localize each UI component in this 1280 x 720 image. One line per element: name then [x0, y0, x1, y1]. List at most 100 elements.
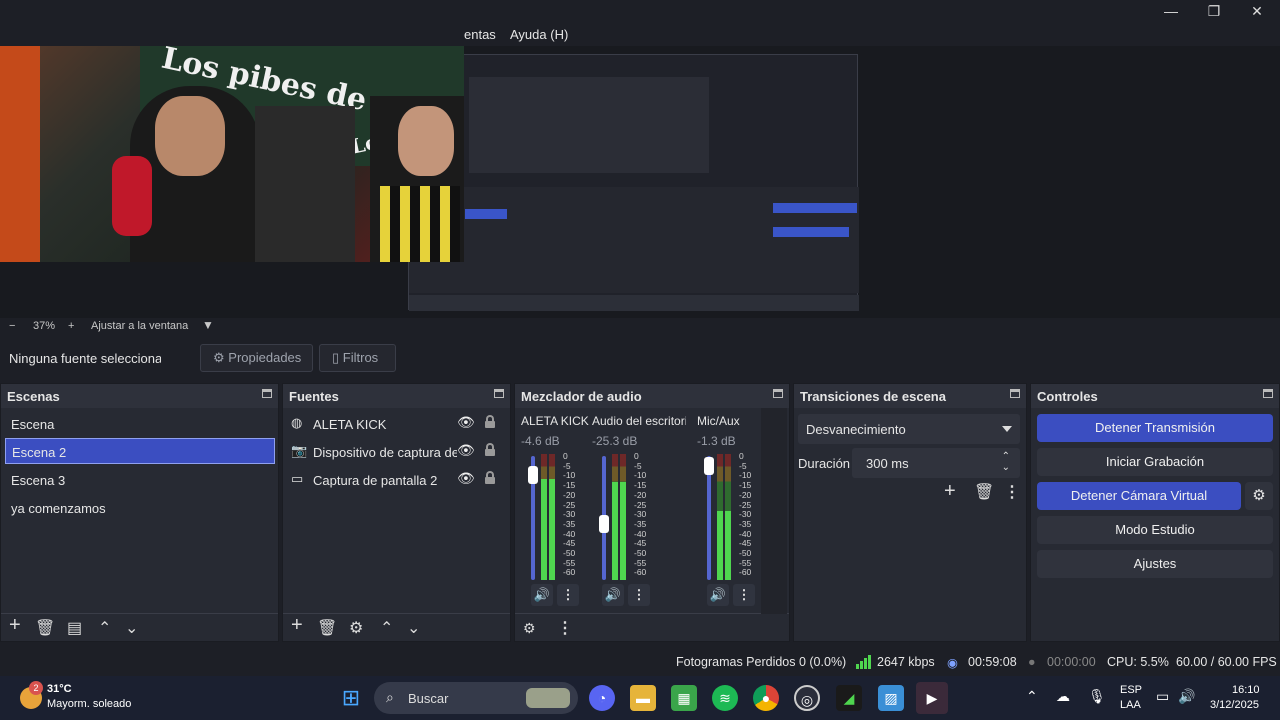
trash-icon[interactable]: 🗑 [974, 482, 994, 502]
undock-icon[interactable] [773, 389, 783, 398]
controls-title: Controles [1037, 389, 1098, 404]
kebab-menu-icon[interactable]: ⋮ [628, 584, 650, 606]
sources-header: Fuentes [283, 384, 510, 408]
file-explorer-icon[interactable]: ▬ [630, 685, 656, 711]
obs-icon[interactable]: ◎ [794, 685, 820, 711]
undock-icon[interactable] [1010, 389, 1020, 398]
volume-fader-thumb[interactable] [704, 456, 714, 475]
spin-down-icon[interactable]: ⌄ [1002, 462, 1010, 473]
menu-help[interactable]: Ayuda (H) [510, 27, 568, 42]
source-item[interactable]: ▭ Captura de pantalla 2 👁 [287, 467, 509, 493]
preview-canvas[interactable]: Los pibes de Los Pibes [0, 46, 1280, 318]
trash-icon[interactable]: 🗑 [317, 618, 337, 638]
add-transition-button[interactable]: + [944, 480, 956, 503]
gear-icon: ⚙ [213, 350, 225, 365]
stop-stream-button[interactable]: Detener Transmisión [1037, 414, 1273, 442]
chevron-down-icon[interactable]: ▼ [202, 318, 214, 332]
mixer-settings-icon[interactable]: ⚙ [523, 620, 536, 637]
taskbar-search[interactable]: ⌕ Buscar [374, 682, 578, 714]
trash-icon[interactable]: 🗑 [35, 618, 55, 638]
stop-virtual-camera-button[interactable]: Detener Cámara Virtual [1037, 482, 1241, 510]
undock-icon[interactable] [494, 389, 504, 398]
clock-time[interactable]: 16:10 [1232, 684, 1260, 696]
scene-item[interactable]: ya comenzamos [5, 495, 275, 521]
settings-button[interactable]: Ajustes [1037, 550, 1273, 578]
source-toolbar: Ninguna fuente seleccionada ⚙ Propiedade… [0, 337, 1280, 381]
language-bottom[interactable]: LAA [1120, 699, 1141, 711]
maximize-button[interactable]: ❐ [1199, 2, 1229, 20]
kebab-menu-icon[interactable]: ⋮ [557, 618, 573, 638]
network-icon[interactable]: ▭ [1156, 688, 1169, 705]
zoom-out-button[interactable]: − [9, 320, 15, 332]
fps: 60.00 / 60.00 FPS [1176, 655, 1277, 669]
scene-item[interactable]: Escena [5, 411, 275, 437]
arrow-up-icon[interactable]: ⌃ [98, 618, 111, 638]
speaker-icon[interactable]: 🔊 [707, 584, 729, 606]
source-item[interactable]: 📷 Dispositivo de captura de video 👁 [287, 439, 509, 465]
cloud-icon[interactable]: ☁ [1056, 688, 1070, 705]
filters-button[interactable]: ▯ Filtros [319, 344, 396, 372]
temperature: 31°C [47, 683, 72, 695]
speaker-icon[interactable]: 🔊 [531, 584, 553, 606]
language-top[interactable]: ESP [1120, 684, 1142, 696]
eye-icon[interactable]: 👁 [457, 442, 475, 459]
level-meter [612, 454, 626, 580]
volume-icon[interactable]: 🔊 [1178, 688, 1195, 705]
undock-icon[interactable] [262, 389, 272, 398]
lock-icon[interactable] [485, 443, 495, 456]
arrow-down-icon[interactable]: ⌄ [407, 618, 420, 638]
lock-icon[interactable] [485, 471, 495, 484]
zoom-in-button[interactable]: + [68, 320, 74, 332]
minimize-button[interactable]: — [1156, 2, 1186, 20]
properties-button[interactable]: ⚙ Propiedades [200, 344, 313, 372]
search-highlight-image [526, 688, 570, 708]
clock-date[interactable]: 3/12/2025 [1210, 699, 1259, 711]
transitions-header: Transiciones de escena [794, 384, 1026, 408]
scene-item-active[interactable]: Escena 2 [5, 438, 275, 464]
chrome-icon[interactable]: ● [753, 685, 779, 711]
nvidia-icon[interactable]: ◢ [836, 685, 862, 711]
controls-dock: Controles Detener Transmisión Iniciar Gr… [1030, 383, 1280, 642]
discord-icon[interactable]: ◔ [589, 685, 615, 711]
lock-icon[interactable] [485, 415, 495, 428]
virtual-camera-settings-button[interactable]: ⚙ [1245, 482, 1273, 510]
spreadsheet-app-icon[interactable]: ▦ [671, 685, 697, 711]
speaker-icon[interactable]: 🔊 [602, 584, 624, 606]
nested-stop-button [773, 203, 857, 213]
filter-icon[interactable]: ▤ [67, 618, 82, 638]
title-bar: — ❐ ✕ [0, 0, 1280, 24]
eye-icon[interactable]: 👁 [457, 414, 475, 431]
add-source-button[interactable]: + [291, 614, 303, 637]
scenes-footer: + 🗑 ▤ ⌃ ⌄ [1, 613, 278, 641]
kebab-menu-icon[interactable]: ⋮ [557, 584, 579, 606]
active-app-icon[interactable]: ▶ [916, 682, 948, 714]
spotify-icon[interactable]: ≋ [712, 685, 738, 711]
properties-label: Propiedades [228, 350, 302, 365]
microphone-icon[interactable]: 🎙 [1088, 688, 1106, 705]
arrow-up-icon[interactable]: ⌃ [380, 618, 393, 638]
add-scene-button[interactable]: + [9, 614, 21, 637]
windows-start-icon[interactable]: ⊞ [338, 685, 364, 711]
start-recording-button[interactable]: Iniciar Grabación [1037, 448, 1273, 476]
fit-to-window[interactable]: Ajustar a la ventana [91, 320, 188, 332]
gear-icon[interactable]: ⚙ [349, 618, 363, 638]
scene-item[interactable]: Escena 3 [5, 467, 275, 493]
volume-fader-thumb[interactable] [599, 515, 609, 534]
volume-fader-thumb[interactable] [528, 465, 538, 484]
meter-level [549, 479, 555, 580]
arrow-down-icon[interactable]: ⌄ [125, 618, 138, 638]
photos-icon[interactable]: ▨ [878, 685, 904, 711]
undock-icon[interactable] [1263, 389, 1273, 398]
chevron-up-icon[interactable]: ⌃ [1026, 688, 1038, 705]
menu-tools[interactable]: entas [464, 27, 496, 42]
spin-up-icon[interactable]: ⌃ [1002, 451, 1010, 462]
mixer-scrollbar[interactable] [761, 408, 787, 614]
kebab-menu-icon[interactable]: ⋮ [733, 584, 755, 606]
kebab-menu-icon[interactable]: ⋮ [1004, 482, 1020, 502]
eye-icon[interactable]: 👁 [457, 470, 475, 487]
duration-input[interactable]: 300 ms ⌃ ⌄ [852, 448, 1020, 478]
close-button[interactable]: ✕ [1242, 2, 1272, 20]
transition-select[interactable]: Desvanecimiento [798, 414, 1020, 444]
source-item[interactable]: ◍ ALETA KICK 👁 [287, 411, 509, 437]
studio-mode-button[interactable]: Modo Estudio [1037, 516, 1273, 544]
